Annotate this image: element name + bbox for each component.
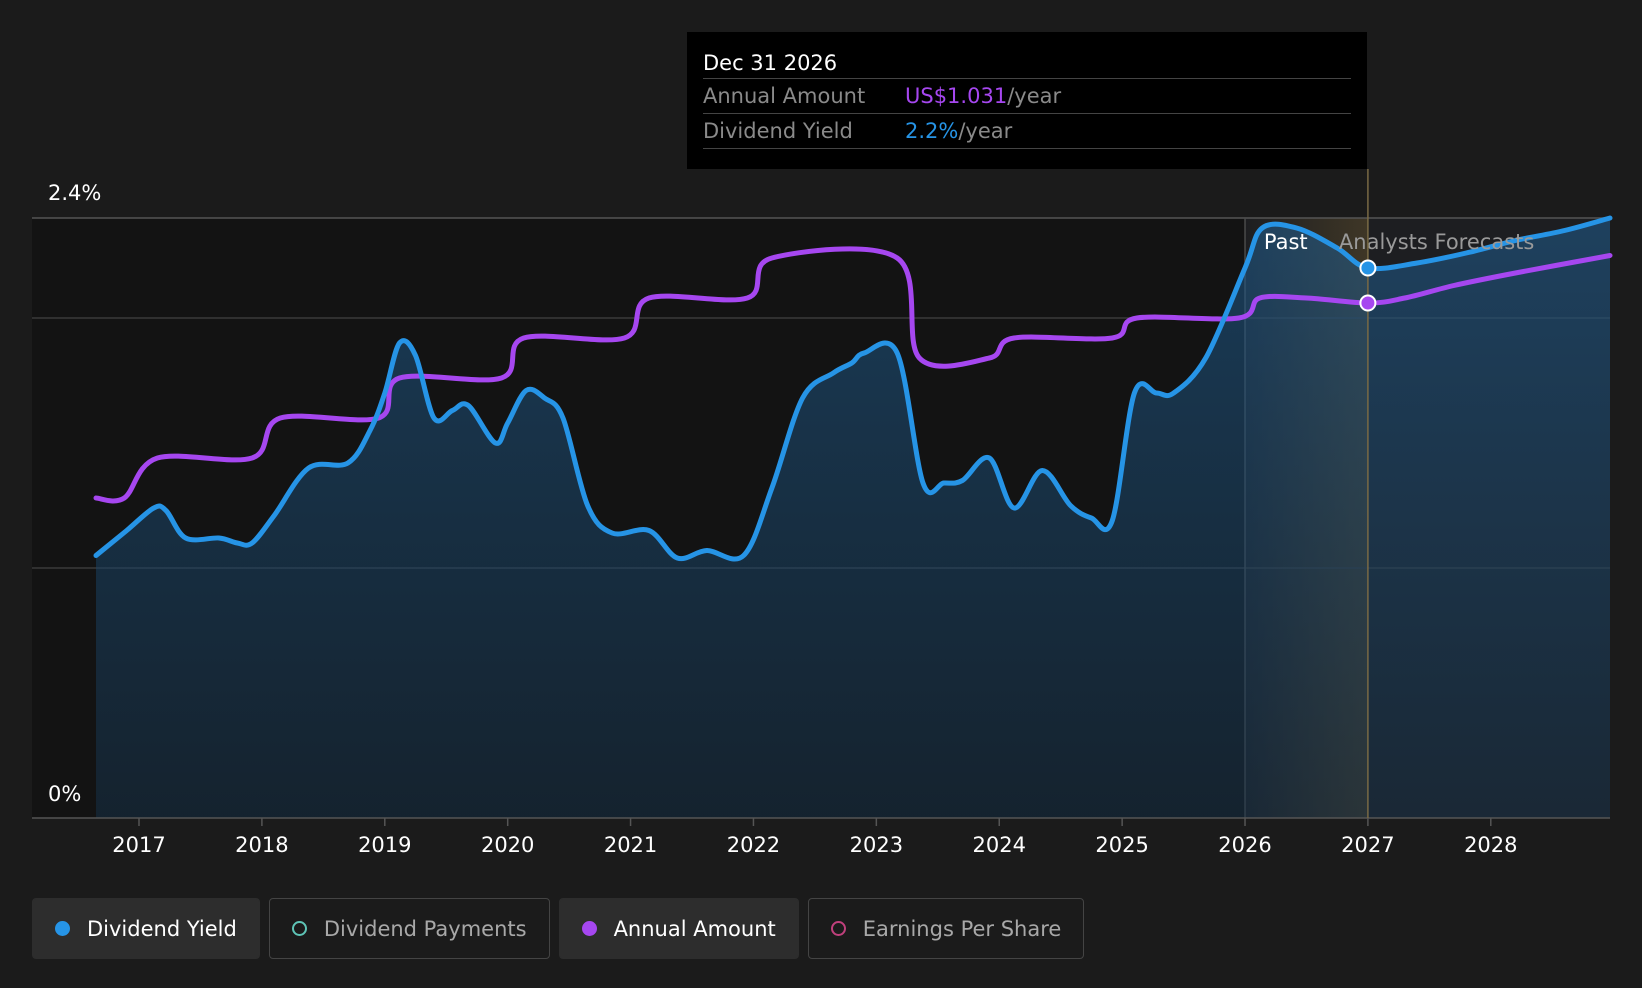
tooltip-row-dividend-yield: Dividend Yield 2.2% /year — [703, 114, 1351, 149]
tooltip-unit: /year — [1007, 84, 1062, 108]
x-tick-label: 2021 — [604, 833, 657, 857]
legend: Dividend Yield Dividend Payments Annual … — [32, 898, 1085, 959]
legend-item-dividend-yield[interactable]: Dividend Yield — [32, 898, 260, 959]
legend-label: Annual Amount — [613, 916, 776, 941]
legend-label: Earnings Per Share — [862, 916, 1062, 941]
highlight-point — [1359, 294, 1377, 312]
y-axis-label-top: 2.4% — [48, 181, 101, 205]
tooltip-value: 2.2% — [905, 119, 959, 143]
x-tick-label: 2025 — [1095, 833, 1148, 857]
y-axis-label-bottom: 0% — [48, 782, 81, 806]
tooltip-value: US$1.031 — [905, 84, 1008, 108]
legend-label: Dividend Payments — [323, 916, 527, 941]
x-tick-label: 2023 — [850, 833, 903, 857]
x-tick-label: 2026 — [1218, 833, 1271, 857]
tooltip: Dec 31 2026 Annual Amount US$1.031 /year… — [687, 32, 1367, 169]
x-tick-label: 2027 — [1341, 833, 1394, 857]
tooltip-label: Dividend Yield — [703, 119, 853, 143]
tooltip-row-annual-amount: Annual Amount US$1.031 /year — [703, 79, 1351, 114]
past-label: Past — [1264, 230, 1308, 254]
x-tick-label: 2022 — [727, 833, 780, 857]
highlight-point — [1359, 259, 1377, 277]
tooltip-unit: /year — [958, 119, 1013, 143]
legend-dot-icon — [830, 921, 846, 936]
tooltip-label: Annual Amount — [703, 84, 866, 108]
x-tick-label: 2019 — [358, 833, 411, 857]
x-tick-label: 2017 — [112, 833, 165, 857]
x-tick-label: 2028 — [1464, 833, 1517, 857]
legend-item-dividend-payments[interactable]: Dividend Payments — [268, 898, 550, 959]
tooltip-date: Dec 31 2026 — [703, 48, 1351, 79]
legend-label: Dividend Yield — [87, 916, 237, 941]
x-tick-label: 2020 — [481, 833, 534, 857]
legend-dot-icon — [581, 921, 597, 936]
legend-item-annual-amount[interactable]: Annual Amount — [558, 898, 799, 959]
x-tick-label: 2018 — [235, 833, 288, 857]
legend-dot-icon — [291, 921, 307, 936]
legend-item-earnings-per-share[interactable]: Earnings Per Share — [807, 898, 1085, 959]
x-tick-label: 2024 — [973, 833, 1026, 857]
legend-dot-icon — [55, 921, 70, 936]
